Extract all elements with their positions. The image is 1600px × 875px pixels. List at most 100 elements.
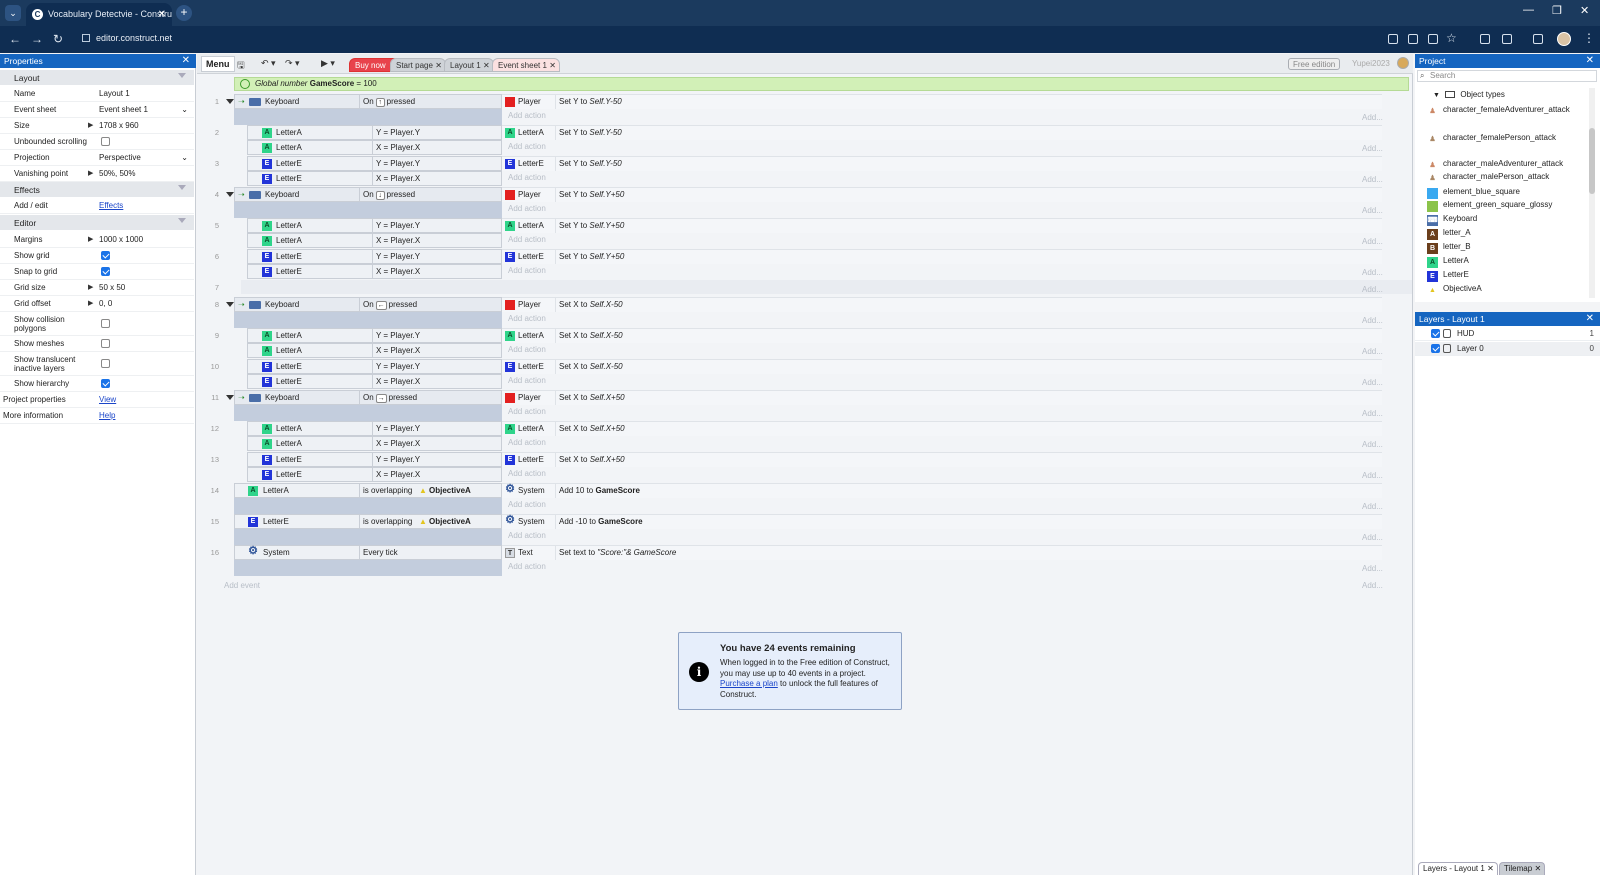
free-edition-badge[interactable]: Free edition bbox=[1288, 58, 1341, 70]
object-type-item[interactable]: ♟ character_femalePerson_attack bbox=[1429, 133, 1581, 143]
prop-margins[interactable]: Margins ▶ 1000 x 1000 bbox=[0, 232, 194, 248]
prop-show-translucent[interactable]: Show translucent inactive layers bbox=[0, 352, 194, 376]
save-icon[interactable]: 🖫 bbox=[237, 58, 245, 74]
prop-effects[interactable]: Add / edit Effects bbox=[0, 198, 194, 214]
forward-icon[interactable]: → bbox=[31, 32, 43, 46]
prop-value[interactable]: 1708 x 960 bbox=[99, 121, 139, 130]
section-editor[interactable]: Editor bbox=[0, 215, 194, 230]
minimize-icon[interactable]: — bbox=[1523, 4, 1534, 16]
add-action-link[interactable]: Add action bbox=[508, 343, 546, 357]
empty-event-band[interactable] bbox=[241, 280, 1412, 294]
event-action[interactable]: E LetterE Set Y to Self.Y+50 bbox=[502, 249, 1382, 264]
purchase-plan-link[interactable]: Purchase a plan bbox=[720, 679, 778, 688]
add-more-link[interactable]: Add... bbox=[1362, 564, 1383, 573]
browser-menu-icon[interactable]: ⋮ bbox=[1583, 31, 1595, 45]
add-action-link[interactable]: Add action bbox=[508, 560, 546, 574]
expand-arrow-icon[interactable]: ▶ bbox=[88, 235, 93, 243]
add-more-link[interactable]: Add... bbox=[1362, 502, 1383, 511]
collapse-event-icon[interactable] bbox=[226, 302, 234, 307]
close-tab-icon[interactable]: ✕ bbox=[549, 59, 556, 73]
close-window-icon[interactable]: ✕ bbox=[1580, 4, 1589, 17]
add-action-link[interactable]: Add action bbox=[508, 467, 546, 481]
close-tab-icon[interactable]: ✕ bbox=[1534, 863, 1541, 875]
add-more-link[interactable]: Add... bbox=[1362, 347, 1383, 356]
object-type-item[interactable]: element_green_square_glossy bbox=[1427, 200, 1581, 212]
add-action-link[interactable]: Add action bbox=[508, 264, 546, 278]
close-properties-icon[interactable]: ✕ bbox=[182, 54, 190, 68]
event-action[interactable]: T Text Set text to "Score:"& GameScore bbox=[502, 545, 1382, 560]
event-action[interactable]: A LetterA Set X to Self.X-50 bbox=[502, 328, 1382, 343]
bottom-tab-layers[interactable]: Layers - Layout 1 ✕ bbox=[1418, 862, 1498, 875]
object-type-item[interactable]: ♟ character_femaleAdventurer_attack bbox=[1429, 105, 1581, 115]
collapse-icon[interactable] bbox=[178, 73, 186, 78]
close-tab-icon[interactable]: ✕ bbox=[483, 59, 490, 73]
add-more-link[interactable]: Add... bbox=[1362, 378, 1383, 387]
sub-event-condition[interactable]: E LetterE Y = Player.Y bbox=[247, 452, 502, 467]
sub-event-condition[interactable]: A LetterA X = Player.X bbox=[247, 233, 502, 248]
unbounded-checkbox[interactable] bbox=[101, 137, 110, 146]
sub-event-condition[interactable]: A LetterA Y = Player.Y bbox=[247, 125, 502, 140]
sub-event-condition[interactable]: A LetterA X = Player.X bbox=[247, 343, 502, 358]
prop-unbounded[interactable]: Unbounded scrolling bbox=[0, 134, 194, 150]
sub-event-condition[interactable]: A LetterA Y = Player.Y bbox=[247, 328, 502, 343]
prop-value[interactable]: 50%, 50% bbox=[99, 169, 135, 178]
expand-arrow-icon[interactable]: ▶ bbox=[88, 299, 93, 307]
add-more-link[interactable]: Add... bbox=[1362, 471, 1383, 480]
sub-event-condition[interactable]: E LetterE X = Player.X bbox=[247, 374, 502, 389]
sub-event-condition[interactable]: A LetterA X = Player.X bbox=[247, 140, 502, 155]
reading-list-icon[interactable] bbox=[1480, 34, 1490, 44]
event-action[interactable]: E LetterE Set X to Self.X+50 bbox=[502, 452, 1382, 467]
undo-icon[interactable]: ↶ ▾ bbox=[261, 58, 276, 69]
overlap-condition[interactable]: E LetterE is overlapping ▲ ObjectiveA bbox=[234, 514, 502, 529]
address-bar[interactable]: editor.construct.net bbox=[82, 33, 172, 43]
lock-icon[interactable] bbox=[1443, 329, 1451, 338]
add-more-link[interactable]: Add... bbox=[1362, 440, 1383, 449]
prop-value[interactable]: Layout 1 bbox=[99, 89, 130, 98]
add-action-link[interactable]: Add action bbox=[508, 436, 546, 450]
event-action[interactable]: Player Set Y to Self.Y-50 bbox=[502, 94, 1382, 109]
event-condition[interactable]: ➝ Keyboard On ← pressed bbox=[234, 297, 502, 312]
scrollbar-thumb[interactable] bbox=[1589, 128, 1595, 194]
add-more-link[interactable]: Add... bbox=[1362, 581, 1383, 590]
event-action[interactable]: ⚙ System Add 10 to GameScore bbox=[502, 483, 1382, 498]
new-tab-button[interactable]: + bbox=[176, 5, 192, 21]
prop-projection[interactable]: Projection Perspective ⌄ bbox=[0, 150, 194, 166]
add-action-link[interactable]: Add action bbox=[508, 498, 546, 512]
show-grid-checkbox[interactable] bbox=[101, 251, 110, 260]
add-more-link[interactable]: Add... bbox=[1362, 533, 1383, 542]
add-more-link[interactable]: Add... bbox=[1362, 316, 1383, 325]
prop-size[interactable]: Size ▶ 1708 x 960 bbox=[0, 118, 194, 134]
close-project-icon[interactable]: ✕ bbox=[1586, 54, 1594, 68]
lock-icon[interactable] bbox=[1443, 344, 1451, 353]
prop-grid-offset[interactable]: Grid offset ▶ 0, 0 bbox=[0, 296, 194, 312]
bottom-tab-tilemap[interactable]: Tilemap ✕ bbox=[1499, 862, 1546, 875]
event-action[interactable]: ⚙ System Add -10 to GameScore bbox=[502, 514, 1382, 529]
event-action[interactable]: E LetterE Set Y to Self.Y-50 bbox=[502, 156, 1382, 171]
prop-value[interactable]: 1000 x 1000 bbox=[99, 235, 143, 244]
tab-search-icon[interactable]: ⌄ bbox=[5, 5, 21, 21]
add-more-link[interactable]: Add... bbox=[1362, 206, 1383, 215]
prop-value[interactable]: 0, 0 bbox=[99, 299, 112, 308]
tab-layout-1[interactable]: Layout 1 ✕ bbox=[444, 58, 494, 72]
add-more-link[interactable]: Add... bbox=[1362, 409, 1383, 418]
add-action-link[interactable]: Add action bbox=[508, 171, 546, 185]
snap-grid-checkbox[interactable] bbox=[101, 267, 110, 276]
add-action-link[interactable]: Add action bbox=[508, 233, 546, 247]
sub-event-condition[interactable]: E LetterE X = Player.X bbox=[247, 171, 502, 186]
event-action[interactable]: E LetterE Set X to Self.X-50 bbox=[502, 359, 1382, 374]
global-variable-row[interactable]: Global number GameScore = 100 bbox=[234, 77, 1409, 91]
overlap-condition[interactable]: A LetterA is overlapping ▲ ObjectiveA bbox=[234, 483, 502, 498]
layer-visible-checkbox[interactable] bbox=[1431, 344, 1440, 353]
prop-project-properties[interactable]: Project properties View bbox=[0, 392, 194, 408]
event-condition[interactable]: ➝ Keyboard On ↑ pressed bbox=[234, 94, 502, 109]
object-types-folder[interactable]: ▼ Object types bbox=[1433, 90, 1505, 99]
prop-name[interactable]: Name Layout 1 bbox=[0, 86, 194, 102]
prop-show-meshes[interactable]: Show meshes bbox=[0, 336, 194, 352]
show-hierarchy-checkbox[interactable] bbox=[101, 379, 110, 388]
add-action-link[interactable]: Add action bbox=[508, 312, 546, 326]
side-panel-icon[interactable] bbox=[1533, 34, 1543, 44]
prop-show-collision[interactable]: Show collision polygons bbox=[0, 312, 194, 336]
browser-tab[interactable]: C Vocabulary Detectvie - Constru ✕ bbox=[26, 3, 172, 26]
redo-icon[interactable]: ↷ ▾ bbox=[285, 58, 300, 69]
cast-icon[interactable] bbox=[1408, 34, 1418, 44]
